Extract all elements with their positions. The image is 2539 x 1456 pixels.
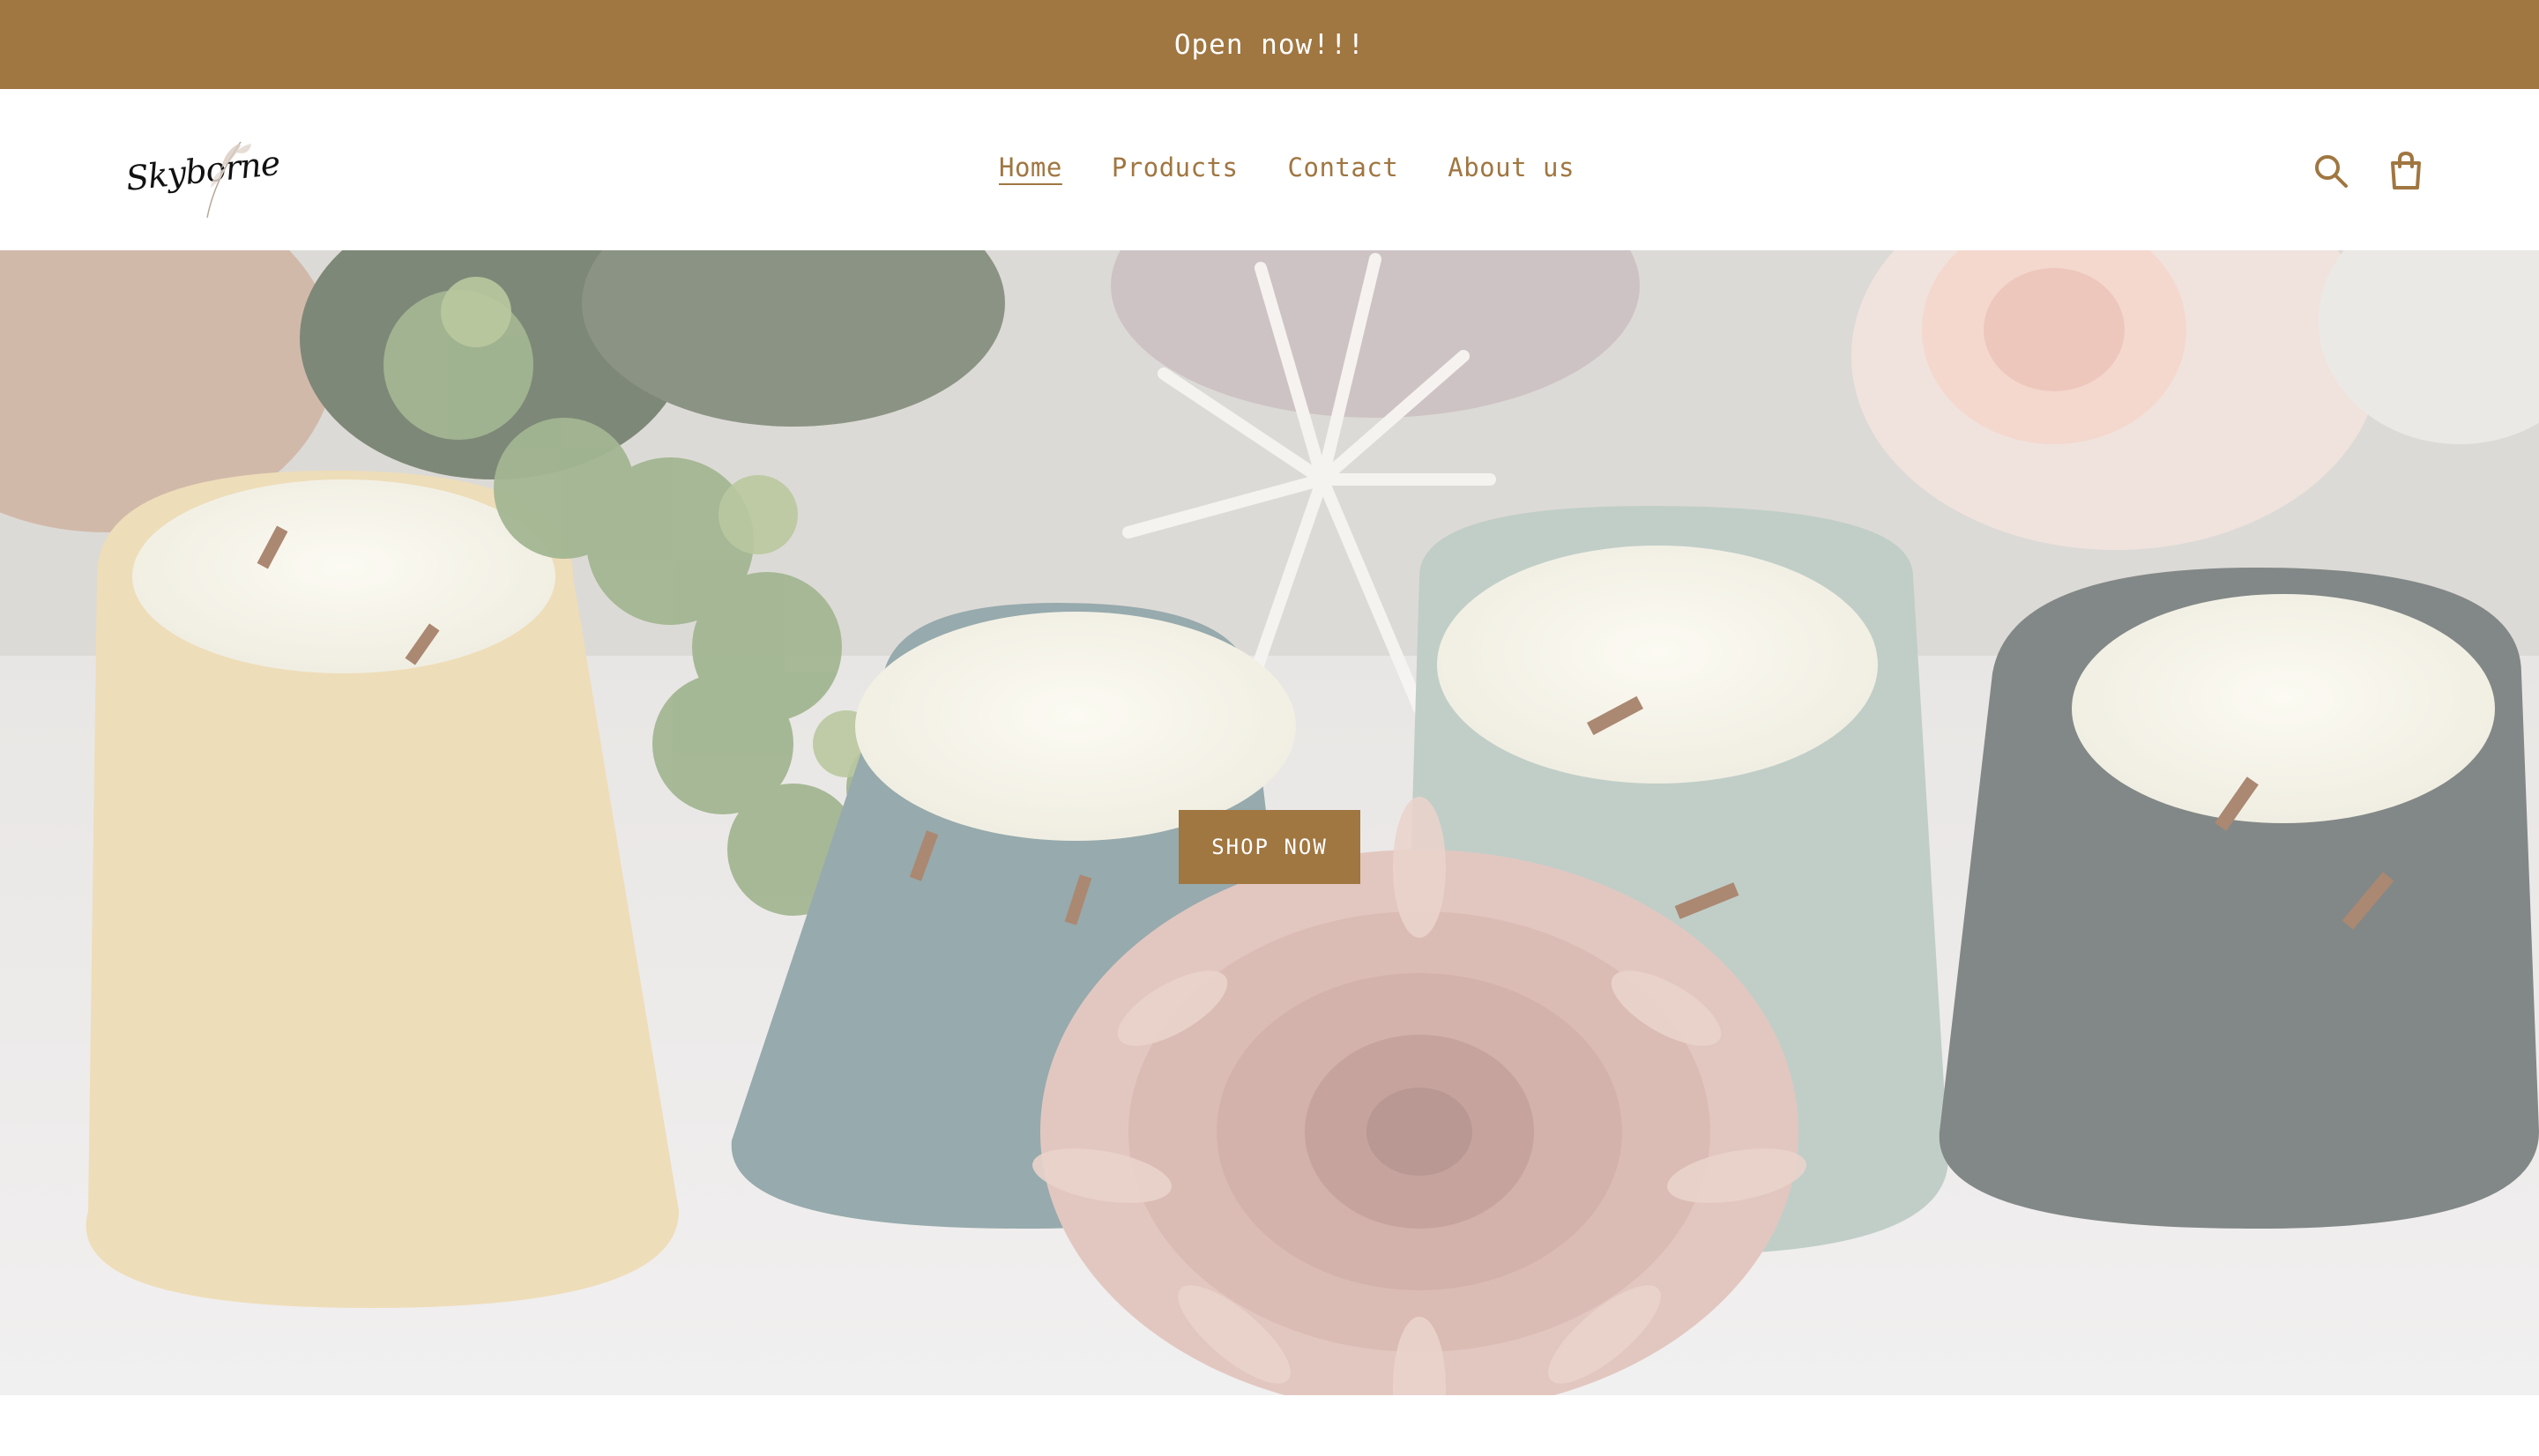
- cart-button[interactable]: [2386, 151, 2426, 191]
- nav-about-us[interactable]: About us: [1448, 152, 1575, 182]
- hero-banner: SHOP NOW: [0, 250, 2539, 1395]
- page-content-below: [0, 1395, 2539, 1456]
- announcement-bar: Open now!!!: [0, 0, 2539, 89]
- site-header: Skyborne Home Products Contact About us: [0, 89, 2539, 250]
- announcement-text: Open now!!!: [1173, 28, 1366, 61]
- feather-icon: [206, 141, 251, 219]
- search-button[interactable]: [2311, 151, 2351, 191]
- logo[interactable]: Skyborne: [124, 133, 281, 221]
- main-nav: Home Products Contact About us: [999, 152, 1575, 182]
- nav-products[interactable]: Products: [1112, 152, 1239, 182]
- nav-contact[interactable]: Contact: [1288, 152, 1399, 182]
- cart-icon: [2391, 151, 2421, 189]
- nav-home[interactable]: Home: [999, 152, 1062, 182]
- shop-now-button[interactable]: SHOP NOW: [1179, 810, 1360, 884]
- search-icon: [2315, 155, 2348, 188]
